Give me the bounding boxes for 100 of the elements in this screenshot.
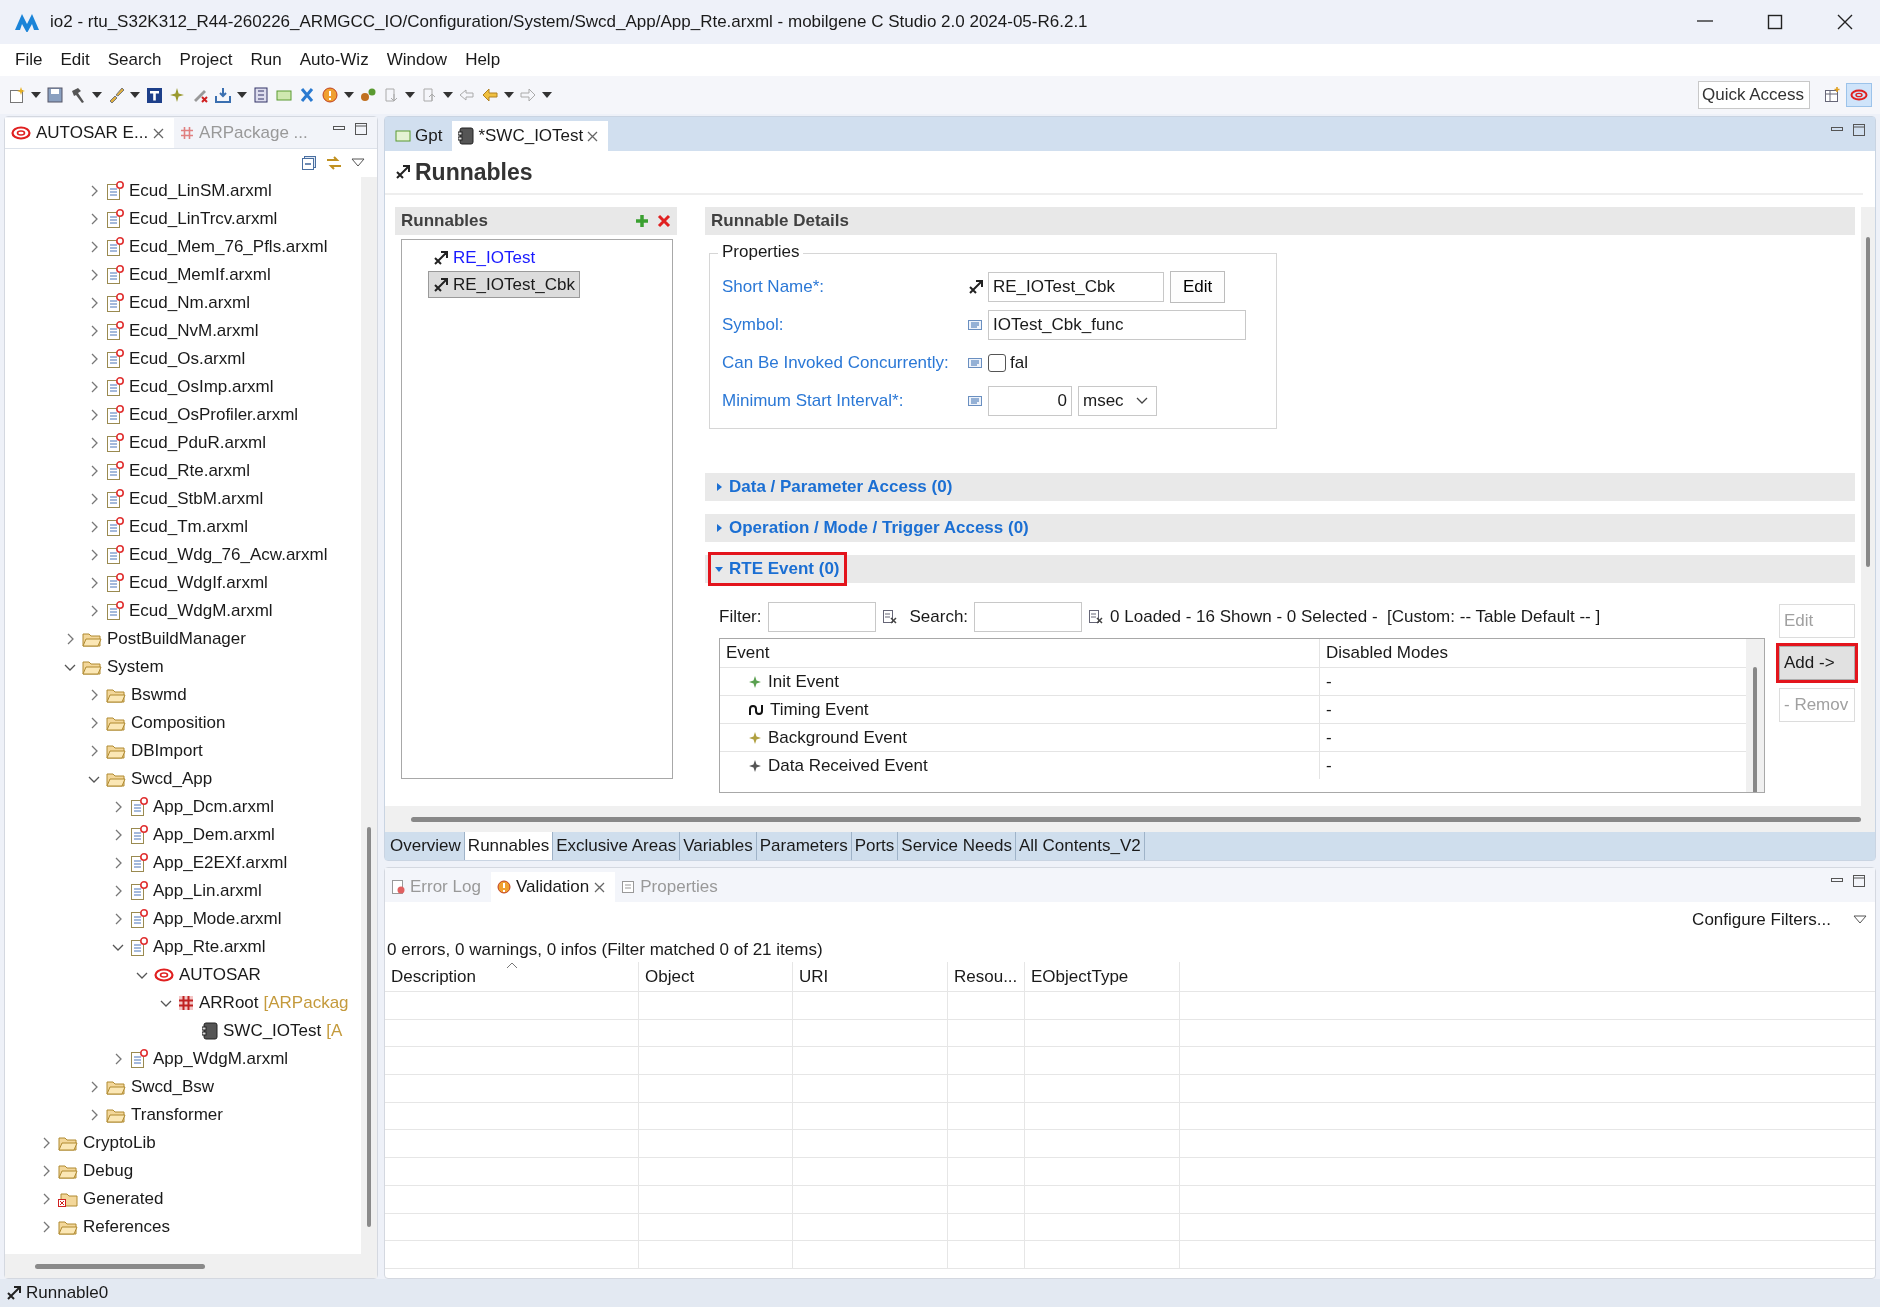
menu-item[interactable]: Project: [170, 50, 242, 70]
search-field[interactable]: [974, 602, 1083, 632]
caret-icon[interactable]: [92, 91, 102, 99]
minimize-icon[interactable]: [1831, 875, 1843, 885]
scrollbar-thumb[interactable]: [1866, 237, 1870, 567]
caret-icon[interactable]: [542, 91, 552, 99]
section-toggle[interactable]: Data / Parameter Access (0): [711, 473, 957, 501]
tree-item[interactable]: App_Mode.arxml: [5, 905, 361, 933]
window-plus-icon[interactable]: [1823, 86, 1841, 104]
tree-item[interactable]: Ecud_Os.arxml: [5, 345, 361, 373]
tree-item[interactable]: Ecud_StbM.arxml: [5, 485, 361, 513]
perspective-button[interactable]: [1846, 83, 1872, 107]
maximize-icon[interactable]: [1853, 875, 1865, 887]
number-field[interactable]: 0: [988, 386, 1072, 416]
tree-item[interactable]: CryptoLib: [5, 1129, 361, 1157]
tree-item[interactable]: Ecud_LinTrcv.arxml: [5, 205, 361, 233]
menu-item[interactable]: File: [6, 50, 52, 70]
checkbox[interactable]: [988, 354, 1006, 372]
tree-item[interactable]: Ecud_Tm.arxml: [5, 513, 361, 541]
menu-item[interactable]: Run: [241, 50, 291, 70]
tree-item[interactable]: Ecud_Wdg_76_Acw.arxml: [5, 541, 361, 569]
editor-tab[interactable]: *SWC_IOTest: [452, 121, 609, 151]
page-tab[interactable]: Service Needs: [898, 832, 1016, 860]
section-toggle[interactable]: RTE Event (0): [711, 555, 844, 583]
page-tab[interactable]: Ports: [851, 832, 899, 860]
view-tab[interactable]: AUTOSAR E...: [5, 118, 175, 148]
tree-item[interactable]: Swcd_Bsw: [5, 1073, 361, 1101]
text-field[interactable]: RE_IOTest_Cbk: [988, 272, 1164, 302]
tree-item[interactable]: Swcd_App: [5, 765, 361, 793]
scrollbar-thumb[interactable]: [367, 827, 371, 1227]
tree-item[interactable]: System: [5, 653, 361, 681]
cross-tool-icon[interactable]: [298, 86, 316, 104]
tree-item[interactable]: Ecud_WdgM.arxml: [5, 597, 361, 625]
column-header[interactable]: URI: [793, 962, 948, 991]
minimize-icon[interactable]: [1831, 124, 1843, 134]
maximize-icon[interactable]: [1766, 13, 1784, 31]
page-tab[interactable]: Parameters: [756, 832, 852, 860]
tree-item[interactable]: Generated: [5, 1185, 361, 1213]
page-tab[interactable]: Runnables: [464, 832, 554, 860]
tree-item[interactable]: App_Dcm.arxml: [5, 793, 361, 821]
column-header[interactable]: Object: [639, 962, 793, 991]
tree-item[interactable]: App_Lin.arxml: [5, 877, 361, 905]
gears-icon[interactable]: [359, 86, 377, 104]
tree-item[interactable]: App_E2EXf.arxml: [5, 849, 361, 877]
clear-filter-icon[interactable]: [1088, 609, 1105, 625]
close-icon[interactable]: [1836, 13, 1854, 31]
tree-item[interactable]: App_WdgM.arxml: [5, 1045, 361, 1073]
view-menu-icon[interactable]: [1853, 915, 1867, 925]
page-tab[interactable]: Overview: [387, 832, 465, 860]
tree-item[interactable]: App_Dem.arxml: [5, 821, 361, 849]
tree-item[interactable]: Ecud_LinSM.arxml: [5, 177, 361, 205]
maximize-icon[interactable]: [355, 122, 367, 135]
page-tab[interactable]: Variables: [680, 832, 757, 860]
caret-icon[interactable]: [443, 91, 453, 99]
tree-item[interactable]: SWC_IOTest [A: [5, 1017, 361, 1045]
tree-item[interactable]: Ecud_PduR.arxml: [5, 429, 361, 457]
scrollbar-thumb[interactable]: [1753, 667, 1757, 792]
column-header[interactable]: Description: [385, 962, 639, 991]
tree-item[interactable]: App_Rte.arxml: [5, 933, 361, 961]
menu-item[interactable]: Help: [456, 50, 510, 70]
menu-item[interactable]: Search: [98, 50, 171, 70]
square-icon[interactable]: [145, 86, 163, 104]
delete-icon[interactable]: [657, 214, 671, 228]
view-menu-icon[interactable]: [351, 158, 365, 168]
tree-item[interactable]: Bswmd: [5, 681, 361, 709]
tree-item[interactable]: References: [5, 1213, 361, 1241]
section-toggle[interactable]: Operation / Mode / Trigger Access (0): [711, 514, 1033, 542]
caret-icon[interactable]: [405, 91, 415, 99]
tree-item[interactable]: Ecud_NvM.arxml: [5, 317, 361, 345]
scrollbar-thumb[interactable]: [35, 1263, 205, 1269]
tree-item[interactable]: Ecud_WdgIf.arxml: [5, 569, 361, 597]
caret-icon[interactable]: [344, 91, 354, 99]
runnable-item[interactable]: RE_IOTest: [428, 244, 541, 271]
collapse-all-icon[interactable]: [301, 155, 317, 171]
tray-icon[interactable]: [214, 86, 232, 104]
tree-item[interactable]: Ecud_Nm.arxml: [5, 289, 361, 317]
caret-icon[interactable]: [237, 91, 247, 99]
tree-item[interactable]: Ecud_MemIf.arxml: [5, 261, 361, 289]
page-tab[interactable]: All Contents_V2: [1015, 832, 1145, 860]
view-tab[interactable]: Validation: [490, 872, 616, 902]
column-header[interactable]: Resou...: [948, 962, 1025, 991]
caret-icon[interactable]: [504, 91, 514, 99]
brush-icon[interactable]: [107, 86, 125, 104]
configure-filters-link[interactable]: Configure Filters...: [1692, 910, 1831, 930]
tree-item[interactable]: Ecud_OsImp.arxml: [5, 373, 361, 401]
edit-button[interactable]: Edit: [1170, 271, 1226, 303]
column-header[interactable]: EObjectType: [1025, 962, 1180, 991]
menu-item[interactable]: Window: [377, 50, 457, 70]
menu-item[interactable]: Auto-Wiz: [290, 50, 378, 70]
text-field[interactable]: IOTest_Cbk_func: [988, 310, 1246, 340]
tree-item[interactable]: DBImport: [5, 737, 361, 765]
runnable-item[interactable]: RE_IOTest_Cbk: [428, 271, 580, 298]
clear-filter-icon[interactable]: [881, 609, 898, 625]
caret-icon[interactable]: [130, 91, 140, 99]
link-arrows-icon[interactable]: [325, 154, 343, 172]
filter-field[interactable]: [767, 602, 876, 632]
warning-icon[interactable]: [321, 86, 339, 104]
back-arrow-icon[interactable]: [481, 86, 499, 104]
tree-item[interactable]: PostBuildManager: [5, 625, 361, 653]
quick-access-field[interactable]: Quick Access: [1698, 81, 1810, 109]
